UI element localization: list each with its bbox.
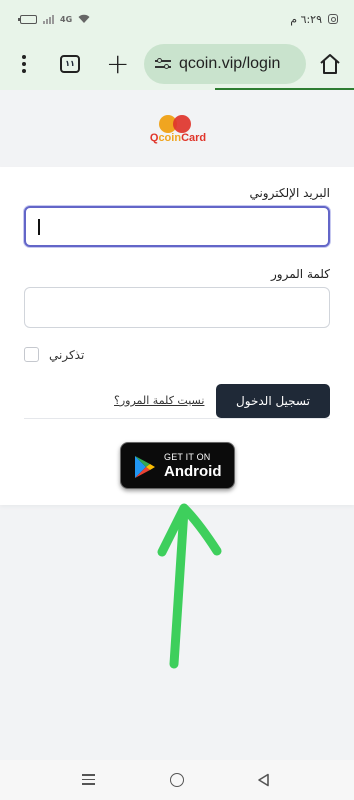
signal-icon — [43, 14, 54, 24]
status-left: 4G — [18, 14, 90, 24]
home-icon[interactable] — [318, 52, 342, 76]
remember-checkbox[interactable] — [24, 347, 39, 362]
wifi-icon — [78, 14, 90, 23]
battery-icon — [18, 14, 37, 24]
url-text[interactable]: qcoin.vip/login — [179, 55, 280, 73]
recents-icon[interactable] — [82, 774, 95, 788]
more-menu-icon[interactable] — [17, 55, 31, 73]
address-bar[interactable]: qcoin.vip/login — [144, 44, 306, 84]
email-field[interactable] — [24, 206, 330, 247]
login-button[interactable]: تسجيل الدخول — [216, 384, 330, 418]
get-it-on-android-badge[interactable]: GET IT ON Android — [120, 442, 235, 489]
site-settings-icon[interactable] — [155, 57, 171, 71]
network-type: 4G — [60, 14, 73, 24]
page-load-progress — [215, 88, 354, 90]
password-field[interactable] — [24, 287, 330, 328]
play-store-icon — [135, 456, 155, 478]
password-label: كلمة المرور — [270, 267, 330, 281]
badge-big-text: Android — [164, 463, 222, 480]
instagram-icon — [328, 14, 338, 24]
forgot-password-link[interactable]: نسيت كلمة المرور؟ — [114, 394, 204, 407]
email-label: البريد الإلكتروني — [249, 186, 330, 200]
qcoincard-logo: QcoinCard — [145, 112, 211, 148]
text-caret — [38, 219, 40, 235]
divider — [24, 418, 330, 419]
status-right: ٦:٢٩ م — [290, 13, 338, 26]
system-nav-bar — [0, 760, 354, 800]
home-button-icon[interactable] — [170, 773, 184, 787]
status-bar: 4G ٦:٢٩ م — [0, 0, 354, 38]
browser-toolbar: ١١ + qcoin.vip/login — [0, 38, 354, 90]
status-time: ٦:٢٩ م — [290, 12, 322, 26]
tab-switcher-button[interactable]: ١١ — [60, 55, 80, 73]
badge-small-text: GET IT ON — [164, 452, 211, 462]
back-icon[interactable] — [257, 773, 271, 787]
remember-me[interactable]: تذكرني — [24, 347, 84, 362]
remember-label: تذكرني — [49, 347, 85, 362]
arrow-annotation — [157, 503, 222, 669]
new-tab-button[interactable]: + — [106, 50, 129, 78]
